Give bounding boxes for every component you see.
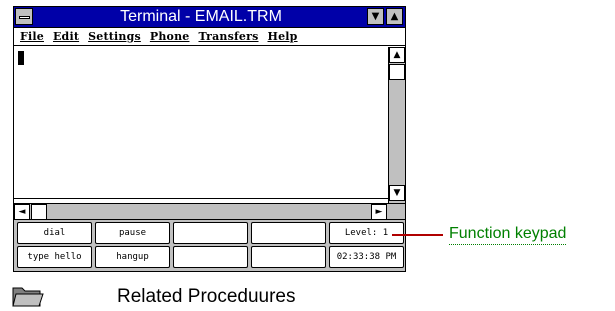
menu-settings[interactable]: Settings — [88, 28, 141, 45]
folder-icon — [12, 287, 44, 307]
clock-display: 02:33:38 PM — [329, 246, 404, 268]
menu-edit[interactable]: Edit — [53, 28, 79, 45]
fkey-hangup[interactable]: hangup — [95, 246, 170, 268]
related-procedures[interactable]: Related Proceduures — [12, 285, 612, 309]
maximize-button[interactable]: ▲ — [386, 8, 403, 25]
text-cursor — [18, 51, 24, 65]
window-title: Terminal - EMAIL.TRM — [120, 8, 282, 25]
scroll-right-arrow-icon[interactable]: ► — [371, 204, 387, 220]
title-bar[interactable]: Terminal - EMAIL.TRM ▼ ▲ — [14, 7, 405, 28]
related-procedures-label[interactable]: Related Proceduures — [117, 285, 296, 309]
function-keypad: dial pause Level: 1 type hello hangup 02… — [14, 220, 405, 271]
vertical-scrollbar[interactable]: ▲ ▼ — [388, 47, 405, 203]
fkey-4[interactable] — [251, 222, 326, 244]
minimize-button[interactable]: ▼ — [367, 8, 384, 25]
fkey-3[interactable] — [173, 222, 248, 244]
fkey-dial[interactable]: dial — [17, 222, 92, 244]
menu-transfers[interactable]: Transfers — [198, 28, 258, 45]
horizontal-scroll-thumb[interactable] — [31, 204, 47, 220]
menu-phone[interactable]: Phone — [150, 28, 190, 45]
system-menu-icon[interactable] — [15, 8, 33, 25]
scroll-up-arrow-icon[interactable]: ▲ — [389, 47, 405, 63]
function-keypad-callout-link[interactable]: Function keypad — [449, 224, 567, 245]
vertical-scroll-thumb[interactable] — [389, 64, 405, 80]
fkey-type-hello[interactable]: type hello — [17, 246, 92, 268]
horizontal-scrollbar[interactable]: ◄ ► — [14, 203, 405, 220]
menu-file[interactable]: File — [20, 28, 44, 45]
fkey-pause[interactable]: pause — [95, 222, 170, 244]
menu-help[interactable]: Help — [268, 28, 298, 45]
scroll-down-arrow-icon[interactable]: ▼ — [389, 185, 405, 201]
callout-line — [392, 234, 443, 236]
fkey-8[interactable] — [251, 246, 326, 268]
fkey-7[interactable] — [173, 246, 248, 268]
scroll-left-arrow-icon[interactable]: ◄ — [14, 204, 30, 220]
menu-bar: File Edit Settings Phone Transfers Help — [14, 28, 405, 46]
terminal-text-area[interactable] — [14, 47, 388, 198]
level-indicator[interactable]: Level: 1 — [329, 222, 404, 244]
terminal-window: Terminal - EMAIL.TRM ▼ ▲ File Edit Setti… — [13, 6, 406, 272]
divider — [14, 198, 388, 199]
